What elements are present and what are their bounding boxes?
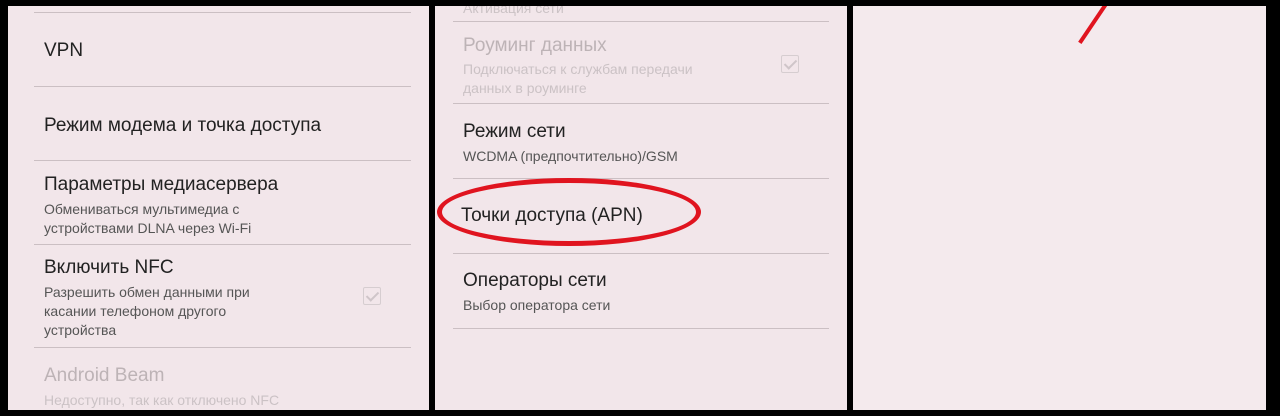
apn-highlight-circle — [437, 178, 701, 246]
nfc-subtitle-3: устройства — [44, 322, 117, 338]
divider — [453, 328, 829, 329]
nfc-subtitle-2: касании телефоном другого — [44, 303, 227, 319]
divider — [453, 253, 829, 254]
media-server-subtitle-1: Обмениваться мультимедиа с — [44, 201, 240, 217]
settings-panel-wireless: VPN Режим модема и точка доступа Парамет… — [8, 6, 429, 410]
vpn-title: VPN — [44, 40, 84, 61]
divider — [34, 244, 411, 245]
tethering-title: Режим модема и точка доступа — [44, 115, 322, 136]
network-mode-title: Режим сети — [463, 121, 566, 142]
data-roaming-title: Роуминг данных — [463, 35, 607, 56]
nfc-title: Включить NFC — [44, 257, 174, 278]
android-beam-subtitle: Недоступно, так как отключено NFC — [44, 392, 280, 408]
settings-panel-mobile-network: Активация сети Роуминг данных Подключать… — [435, 6, 847, 410]
blank-panel — [853, 6, 1266, 410]
network-operators-title: Операторы сети — [463, 270, 607, 291]
divider — [34, 86, 411, 87]
network-operators-subtitle: Выбор оператора сети — [463, 297, 611, 313]
data-roaming-subtitle-2: данных в роуминге — [463, 80, 587, 96]
divider — [453, 178, 829, 179]
network-activation-partial: Активация сети — [463, 6, 564, 16]
network-mode-subtitle: WCDMA (предпочтительно)/GSM — [463, 148, 678, 164]
divider — [453, 21, 829, 22]
red-annotation-stroke — [1078, 6, 1109, 45]
divider — [34, 347, 411, 348]
nfc-subtitle-1: Разрешить обмен данными при — [44, 284, 250, 300]
media-server-title: Параметры медиасервера — [44, 174, 279, 195]
divider — [453, 103, 829, 104]
data-roaming-checkbox[interactable] — [781, 55, 799, 73]
data-roaming-subtitle-1: Подключаться к службам передачи — [463, 61, 693, 77]
nfc-checkbox[interactable] — [363, 287, 381, 305]
divider — [34, 12, 411, 13]
divider — [34, 160, 411, 161]
android-beam-title: Android Beam — [44, 365, 165, 386]
media-server-subtitle-2: устройствами DLNA через Wi-Fi — [44, 220, 252, 236]
